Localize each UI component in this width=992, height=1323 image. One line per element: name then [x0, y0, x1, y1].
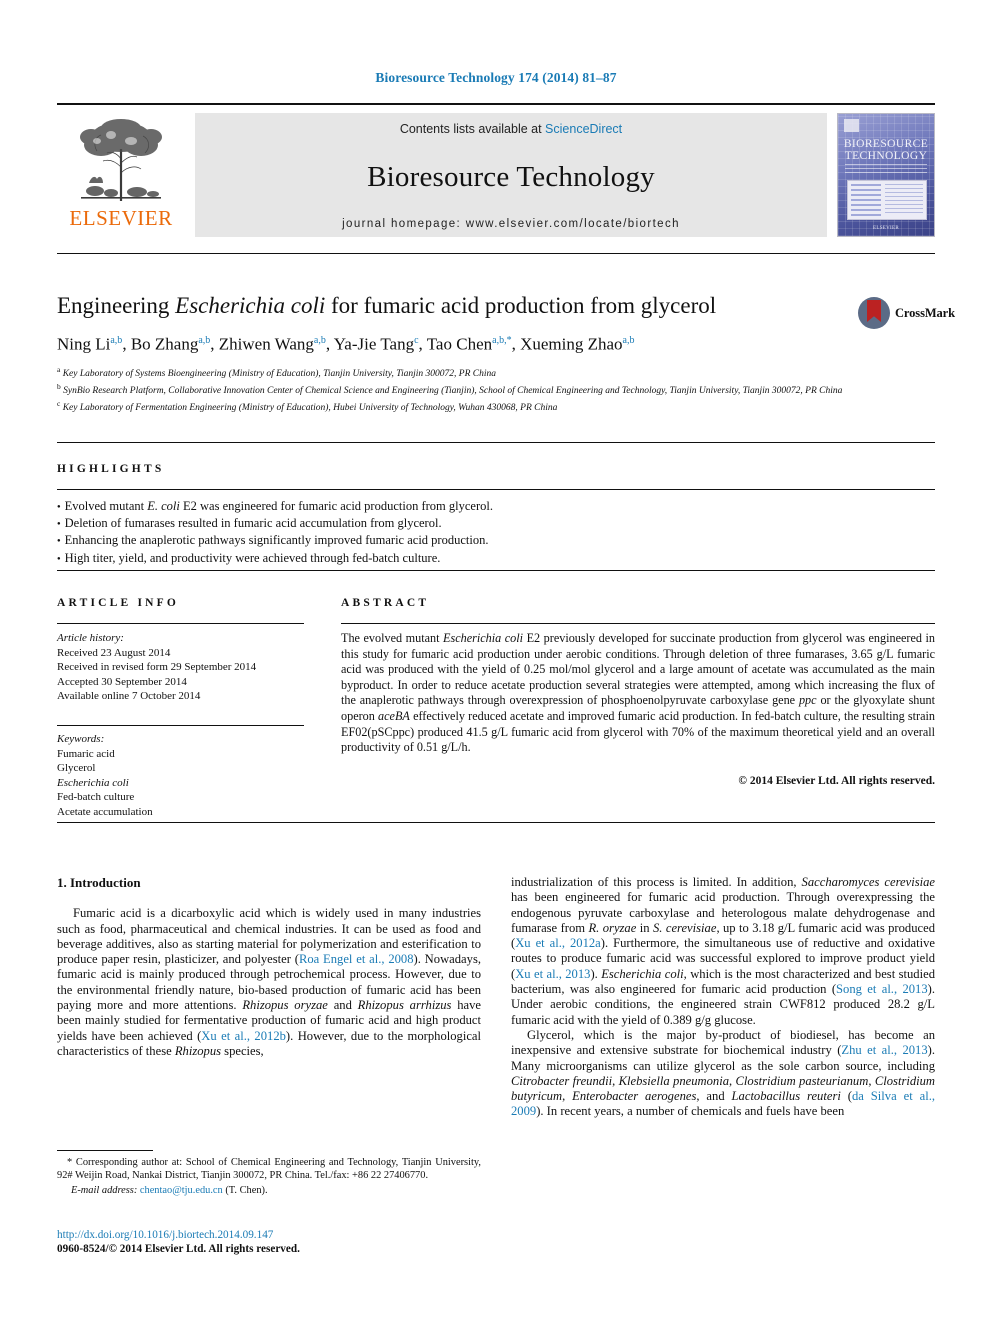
section-heading-introduction: 1. Introduction — [57, 875, 141, 890]
title-species: Escherichia coli — [175, 293, 326, 318]
email-footnote: E-mail address: chentao@tju.edu.cn (T. C… — [57, 1184, 481, 1197]
journal-masthead: ELSEVIER Contents lists available at Sci… — [57, 103, 935, 248]
issn-copyright: 0960-8524/© 2014 Elsevier Ltd. All right… — [57, 1243, 300, 1255]
intro-column-right: industrialization of this process is lim… — [511, 875, 935, 1120]
crossmark-badge[interactable]: CrossMark — [858, 293, 955, 333]
journal-title: Bioresource Technology — [367, 160, 655, 193]
intro-paragraph-right-1: industrialization of this process is lim… — [511, 875, 935, 1027]
footnote-rule — [57, 1150, 153, 1151]
citation-link[interactable]: Xu et al., 2012a — [515, 936, 601, 950]
highlight-item: Deletion of fumarases resulted in fumari… — [57, 515, 757, 532]
footer-doi-block: http://dx.doi.org/10.1016/j.biortech.201… — [57, 1228, 481, 1256]
intro-column-left: 1. Introduction Fumaric acid is a dicarb… — [57, 875, 481, 1059]
page-title: Engineering Escherichia coli for fumaric… — [57, 292, 847, 320]
citation-link[interactable]: Zhu et al., 2013 — [841, 1043, 927, 1057]
elsevier-logo: ELSEVIER — [57, 113, 185, 237]
author-aff-5: a,b,* — [492, 335, 512, 346]
keyword-item: Glycerol — [57, 762, 96, 775]
affiliation-list: a Key Laboratory of Systems Bioengineeri… — [57, 364, 935, 414]
cover-elsevier-mark — [844, 119, 859, 132]
crossmark-label: CrossMark — [895, 305, 955, 320]
intro-paragraph-left: Fumaric acid is a dicarboxylic acid whic… — [57, 906, 482, 1058]
contents-prefix: Contents lists available at — [399, 122, 546, 136]
journal-homepage-link[interactable]: journal homepage: www.elsevier.com/locat… — [342, 218, 680, 230]
abstract-copyright: © 2014 Elsevier Ltd. All rights reserved… — [738, 775, 935, 787]
contents-available-line: Contents lists available at ScienceDirec… — [400, 122, 622, 136]
sciencedirect-link[interactable]: ScienceDirect — [545, 122, 622, 136]
affiliation-b: b SynBio Research Platform, Collaborativ… — [57, 381, 843, 396]
highlight-item: High titer, yield, and productivity were… — [57, 550, 757, 567]
article-history-item: Received 23 August 2014 — [57, 646, 171, 659]
intro-paragraph-right-2: Glycerol, which is the major by-product … — [511, 1027, 936, 1119]
cover-subtitle-lines — [845, 164, 927, 176]
highlights-heading: HIGHLIGHTS — [57, 463, 165, 475]
highlights-bottom-rule — [57, 570, 935, 571]
author-aff-6: a,b — [622, 335, 635, 346]
author-aff-1: a,b — [110, 335, 123, 346]
affiliation-a: a Key Laboratory of Systems Bioengineeri… — [57, 365, 496, 380]
article-history: Article history: Received 23 August 2014… — [57, 631, 307, 704]
abstract-rule — [341, 623, 935, 624]
corresponding-author-text: * Corresponding author at: School of Che… — [57, 1157, 481, 1182]
article-history-label: Article history: — [57, 632, 124, 644]
affiliation-c: c Key Laboratory of Fermentation Enginee… — [57, 398, 558, 413]
cover-title-line2: TECHNOLOGY — [844, 150, 928, 162]
author-aff-2: a,b — [198, 335, 211, 346]
citation-link[interactable]: Song et al., 2013 — [836, 982, 928, 996]
elsevier-wordmark: ELSEVIER — [69, 206, 173, 230]
article-history-item: Available online 7 October 2014 — [57, 690, 201, 703]
cover-title: BIORESOURCE TECHNOLOGY — [838, 138, 934, 162]
author-aff-3: a,b — [313, 335, 326, 346]
article-history-item: Accepted 30 September 2014 — [57, 675, 187, 688]
highlight-item: Evolved mutant E. coli E2 was engineered… — [57, 498, 757, 515]
running-head: Bioresource Technology 174 (2014) 81–87 — [375, 70, 617, 85]
corresponding-author-footnote: * Corresponding author at: School of Che… — [57, 1156, 481, 1198]
cover-footer: ELSEVIER — [872, 226, 899, 231]
keyword-item: Acetate accumulation — [57, 805, 153, 818]
email-link[interactable]: chentao@tju.edu.cn — [140, 1185, 223, 1196]
doi-link[interactable]: http://dx.doi.org/10.1016/j.biortech.201… — [57, 1228, 481, 1242]
email-suffix: (T. Chen). — [222, 1185, 268, 1197]
title-post: for fumaric acid production from glycero… — [325, 293, 717, 318]
email-label: E-mail address: — [71, 1185, 138, 1197]
author-aff-4: c — [414, 335, 419, 346]
citation-link[interactable]: Xu et al., 2012b — [201, 1029, 286, 1043]
abstract-bottom-rule — [57, 822, 935, 823]
abstract-text: The evolved mutant Escherichia coli E2 p… — [341, 631, 935, 755]
author-list: Ning Lia,b, Bo Zhanga,b, Zhiwen Wanga,b,… — [57, 334, 635, 354]
citation-link[interactable]: Roa Engel et al., 2008 — [299, 952, 414, 966]
cover-title-line1: BIORESOURCE — [843, 138, 929, 150]
cover-figure — [847, 180, 927, 220]
article-history-item: Received in revised form 29 September 20… — [57, 661, 257, 674]
title-pre: Engineering — [57, 293, 176, 318]
highlights-list: Evolved mutant E. coli E2 was engineered… — [57, 498, 757, 567]
article-info-rule — [57, 623, 304, 624]
journal-band: Contents lists available at ScienceDirec… — [195, 113, 827, 237]
keyword-item: Fumaric acid — [57, 747, 115, 760]
abstract-heading: ABSTRACT — [341, 597, 430, 609]
keyword-item: Fed-batch culture — [57, 791, 135, 804]
keywords-rule — [57, 725, 304, 726]
keywords-block: Keywords: Fumaric acid Glycerol Escheric… — [57, 732, 307, 820]
paper-page: Bioresource Technology 174 (2014) 81–87 — [0, 0, 992, 1323]
citation-link[interactable]: Xu et al., 2013 — [515, 967, 590, 981]
keyword-item: Escherichia coli — [57, 776, 129, 789]
title-top-rule — [57, 253, 935, 254]
journal-cover-thumbnail: BIORESOURCE TECHNOLOGY ELSEVIER — [837, 113, 935, 237]
highlight-item: Enhancing the anaplerotic pathways signi… — [57, 532, 757, 549]
article-info-heading: ARTICLE INFO — [57, 597, 180, 609]
crossmark-icon — [858, 297, 890, 329]
highlights-mid-rule — [57, 489, 935, 490]
keywords-label: Keywords: — [57, 733, 105, 745]
highlights-top-rule — [57, 442, 935, 443]
elsevier-tree-icon — [67, 115, 175, 205]
